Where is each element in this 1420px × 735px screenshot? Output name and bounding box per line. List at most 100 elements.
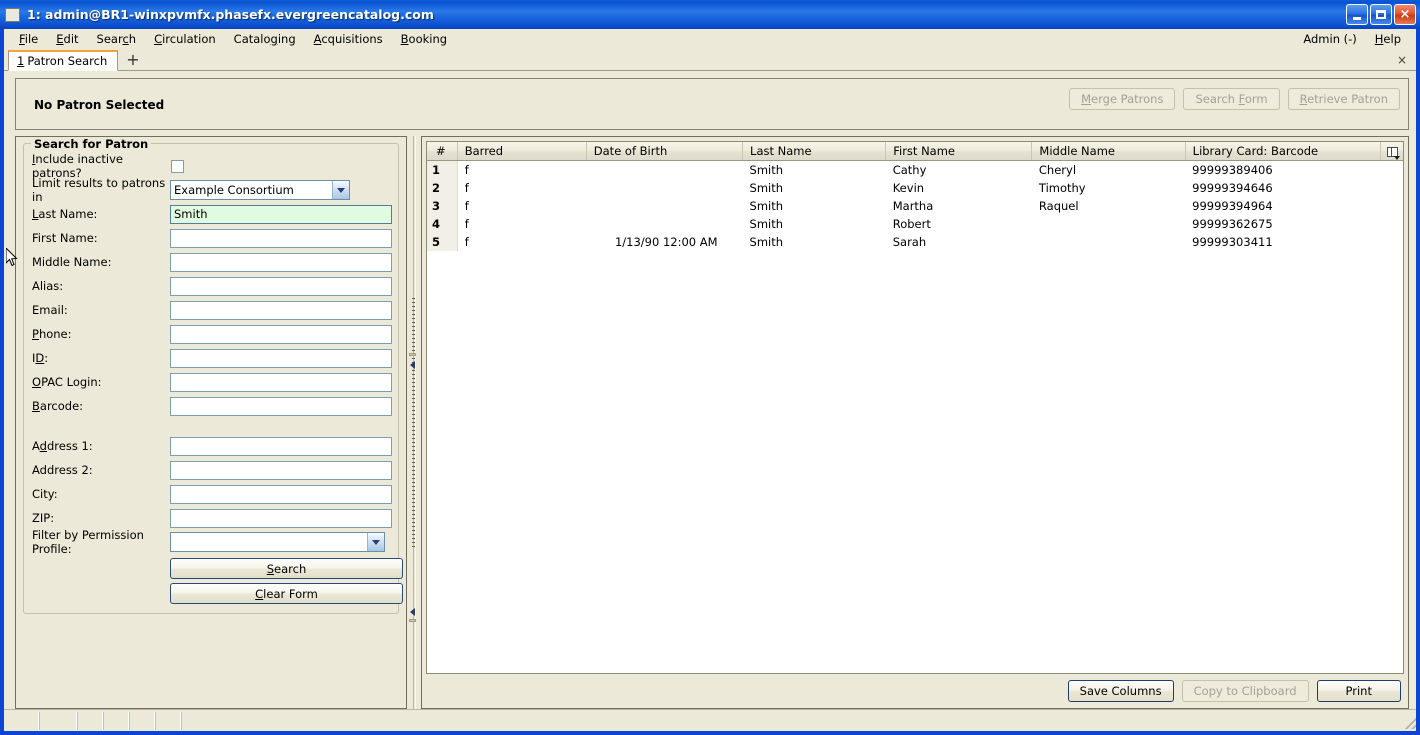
table-row[interactable]: 1 f Smith Cathy Cheryl 99999389406 (427, 160, 1403, 179)
table-row[interactable]: 5 f 1/13/90 12:00 AM Smith Sarah 99999303411 (427, 232, 1403, 251)
city-input[interactable] (170, 484, 392, 504)
splitter-nub-bottom (409, 619, 416, 622)
label-middle-name: Middle Name: (32, 255, 112, 269)
column-header-barred[interactable]: Barred (457, 142, 587, 161)
retrieve-patron-button[interactable]: Retrieve Patron (1287, 88, 1400, 110)
menu-circulation[interactable]: Circulation (145, 30, 225, 48)
results-grid: # Barred Date of Birth Last Name First Name M… (426, 141, 1404, 674)
label-id: ID: (32, 351, 49, 365)
merge-patrons-button[interactable]: Merge Patrons (1069, 88, 1176, 110)
label-opac-login: OPAC Login: (32, 375, 102, 389)
cell-barred: f (457, 214, 587, 233)
alias-input[interactable] (170, 276, 392, 296)
zip-input[interactable] (170, 508, 392, 528)
permission-profile-select[interactable] (170, 532, 385, 552)
close-button[interactable]: × (1394, 4, 1416, 25)
label-address1: Address 1: (32, 439, 93, 453)
cell-barred: f (457, 178, 587, 197)
menu-help[interactable]: Help (1366, 30, 1410, 48)
title-bar: 1: admin@BR1-winxpvmfx.phasefx.evergreen… (0, 0, 1420, 29)
menu-acquisitions[interactable]: Acquisitions (305, 30, 392, 48)
cell-num: 1 (427, 160, 458, 179)
resize-grip-icon[interactable] (1405, 717, 1416, 729)
middle-name-input[interactable] (170, 252, 392, 272)
collapse-left-arrow-top-icon[interactable] (410, 361, 415, 369)
field-row-permission-profile: Filter by Permission Profile: (30, 528, 392, 556)
last-name-input[interactable] (170, 204, 392, 224)
menu-file[interactable]: File (10, 30, 47, 48)
include-inactive-checkbox[interactable] (171, 159, 184, 173)
phone-input[interactable] (170, 324, 392, 344)
column-header-middle[interactable]: Middle Name (1031, 142, 1186, 161)
cell-middle: Cheryl (1031, 160, 1186, 179)
cell-barcode: 99999389406 (1185, 160, 1381, 179)
menu-bar: File Edit Search Circulation Cataloging … (4, 29, 1416, 49)
splitter-nub-top (409, 353, 416, 356)
menu-search[interactable]: Search (88, 30, 146, 48)
column-header-barcode[interactable]: Library Card: Barcode (1185, 142, 1382, 161)
field-row-id: ID: (30, 346, 392, 370)
status-bar (4, 709, 1416, 731)
cell-middle (1031, 214, 1186, 233)
field-row-city: City: (30, 482, 392, 506)
status-cell-5 (129, 712, 155, 730)
email-input[interactable] (170, 300, 392, 320)
cell-barcode: 99999303411 (1185, 232, 1381, 251)
cell-num: 2 (427, 178, 458, 197)
save-columns-button[interactable]: Save Columns (1067, 680, 1174, 702)
field-row-middle-name: Middle Name: (30, 250, 392, 274)
cell-barred: f (457, 196, 587, 215)
label-email: Email: (32, 303, 68, 317)
field-row-barcode: Barcode: (30, 394, 392, 418)
first-name-input[interactable] (170, 228, 392, 248)
column-header-last[interactable]: Last Name (742, 142, 887, 161)
limit-results-select[interactable]: Example Consortium (170, 180, 350, 200)
column-header-dob[interactable]: Date of Birth (586, 142, 744, 161)
collapse-left-arrow-bottom-icon[interactable] (410, 608, 415, 616)
cell-last: Smith (742, 196, 886, 215)
search-form-button[interactable]: Search Form (1183, 88, 1280, 110)
patron-summary-bar: No Patron Selected Merge Patrons Search … (15, 78, 1409, 130)
menu-cataloging[interactable]: Cataloging (225, 30, 305, 48)
address1-input[interactable] (170, 436, 392, 456)
label-last-name: Last Name: (32, 207, 98, 221)
patron-header-buttons: Merge Patrons Search Form Retrieve Patro… (1069, 88, 1400, 110)
column-picker-button[interactable] (1380, 142, 1403, 161)
table-row[interactable]: 4 f Smith Robert 99999362675 (427, 214, 1403, 233)
menu-admin[interactable]: Admin (-) (1294, 30, 1365, 48)
close-tab-button[interactable]: × (1397, 53, 1407, 67)
cell-last: Smith (742, 160, 886, 179)
print-button[interactable]: Print (1316, 680, 1401, 702)
search-button[interactable]: Search (170, 558, 403, 579)
window-title: 1: admin@BR1-winxpvmfx.phasefx.evergreen… (27, 7, 434, 22)
new-tab-button[interactable]: + (118, 52, 147, 69)
cell-barred: f (457, 232, 587, 251)
field-row-email: Email: (30, 298, 392, 322)
label-phone: Phone: (32, 327, 72, 341)
address2-input[interactable] (170, 460, 392, 480)
field-row-opac-login: OPAC Login: (30, 370, 392, 394)
tab-patron-search[interactable]: 1 Patron Search (8, 50, 119, 71)
clear-form-button[interactable]: Clear Form (170, 583, 403, 604)
id-input[interactable] (170, 348, 392, 368)
cell-middle: Timothy (1031, 178, 1186, 197)
cell-barred: f (457, 160, 587, 179)
application-window: 1: admin@BR1-winxpvmfx.phasefx.evergreen… (0, 0, 1420, 735)
minimize-button[interactable] (1346, 4, 1368, 25)
pane-splitter[interactable] (407, 136, 421, 709)
barcode-input[interactable] (170, 396, 392, 416)
menu-edit[interactable]: Edit (47, 30, 87, 48)
chevron-down-icon (332, 181, 349, 199)
opac-login-input[interactable] (170, 372, 392, 392)
cell-first: Martha (885, 196, 1032, 215)
table-row[interactable]: 2 f Smith Kevin Timothy 99999394646 (427, 178, 1403, 197)
column-header-first[interactable]: First Name (885, 142, 1033, 161)
menu-booking[interactable]: Booking (392, 30, 456, 48)
table-row[interactable]: 3 f Smith Martha Raquel 99999394964 (427, 196, 1403, 215)
cell-spacer (1380, 178, 1403, 197)
copy-to-clipboard-button[interactable]: Copy to Clipboard (1181, 680, 1309, 702)
maximize-button[interactable] (1370, 4, 1392, 25)
column-picker-icon (1386, 146, 1400, 160)
column-header-num[interactable]: # (427, 142, 458, 161)
grid-empty-area (427, 250, 1403, 673)
